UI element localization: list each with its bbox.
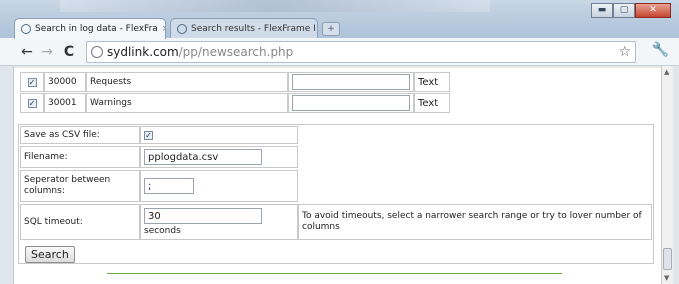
sql-timeout-cell: 30 seconds <box>140 204 298 240</box>
row-value-input[interactable] <box>292 95 410 111</box>
row-id: 30000 <box>44 72 86 92</box>
url-host: sydlink.com <box>107 44 179 59</box>
scroll-down-icon[interactable]: ▼ <box>664 274 669 282</box>
row-value-input[interactable] <box>292 74 410 90</box>
filename-input[interactable]: pplogdata.csv <box>144 149 262 165</box>
sql-timeout-hint: To avoid timeouts, select a narrower sea… <box>298 204 652 240</box>
row-checkbox-cell: ✓ <box>20 93 44 113</box>
row-name: Requests <box>86 72 288 92</box>
minimize-button[interactable]: ▬ <box>591 3 613 18</box>
scroll-thumb[interactable] <box>663 248 672 270</box>
back-button[interactable]: ← <box>18 44 36 60</box>
progress-line <box>107 273 562 274</box>
vertical-scrollbar[interactable]: ▲ ▼ <box>661 66 673 284</box>
tab-label: Search results - FlexFrame I <box>191 23 316 34</box>
browser-toolbar: ← → C sydlink.com /pp/newsearch.php ☆ <box>0 38 679 66</box>
row-checkbox[interactable]: ✓ <box>27 77 37 87</box>
url-path: /pp/newsearch.php <box>178 44 294 59</box>
save-csv-checkbox[interactable]: ✓ <box>144 130 153 140</box>
row-value-cell <box>288 93 414 113</box>
bookmark-star-icon[interactable]: ☆ <box>618 44 631 60</box>
close-window-button[interactable]: ✕ <box>635 3 671 18</box>
title-bar-blur <box>60 0 490 12</box>
filename-label: Filename: <box>20 146 140 168</box>
scroll-up-icon[interactable]: ▲ <box>664 68 669 76</box>
sql-timeout-input[interactable]: 30 <box>144 208 262 224</box>
top-divider <box>14 66 661 68</box>
tab-close-icon[interactable]: × <box>162 24 165 34</box>
address-bar[interactable]: sydlink.com /pp/newsearch.php ☆ <box>86 40 636 63</box>
save-csv-cell: ✓ <box>140 126 298 144</box>
row-checkbox-cell: ✓ <box>20 72 44 92</box>
tab-label: Search in log data - FlexFra <box>35 24 158 34</box>
maximize-button[interactable]: ▢ <box>613 3 635 18</box>
page-icon <box>21 24 31 34</box>
forward-button[interactable]: → <box>38 44 56 60</box>
row-value-cell <box>288 72 414 92</box>
row-type: Text <box>414 93 450 113</box>
separator-input[interactable]: ; <box>144 178 194 194</box>
sql-timeout-label: SQL timeout: <box>20 204 140 240</box>
separator-label: Seperator between columns: <box>20 170 140 202</box>
row-id: 30001 <box>44 93 86 113</box>
row-name: Warnings <box>86 93 288 113</box>
separator-cell: ; <box>140 170 298 202</box>
save-csv-label: Save as CSV file: <box>20 126 140 144</box>
row-checkbox[interactable]: ✓ <box>27 98 37 108</box>
tab-search-results[interactable]: Search results - FlexFrame I × <box>170 18 318 38</box>
tab-search-log-data[interactable]: Search in log data - FlexFra × <box>14 18 166 39</box>
wrench-icon[interactable]: 🔧 <box>652 42 669 58</box>
reload-button[interactable]: C <box>60 44 78 60</box>
row-type: Text <box>414 72 450 92</box>
globe-icon <box>91 45 103 58</box>
search-button[interactable]: Search <box>25 246 75 263</box>
sql-timeout-unit: seconds <box>144 226 181 236</box>
page-icon <box>177 23 187 34</box>
filename-cell: pplogdata.csv <box>140 146 298 168</box>
page-content: ✓ 30000 Requests Text ✓ 30001 Warnings T… <box>13 66 661 284</box>
window-controls: ▬ ▢ ✕ <box>591 3 671 18</box>
new-tab-button[interactable]: + <box>322 22 340 36</box>
